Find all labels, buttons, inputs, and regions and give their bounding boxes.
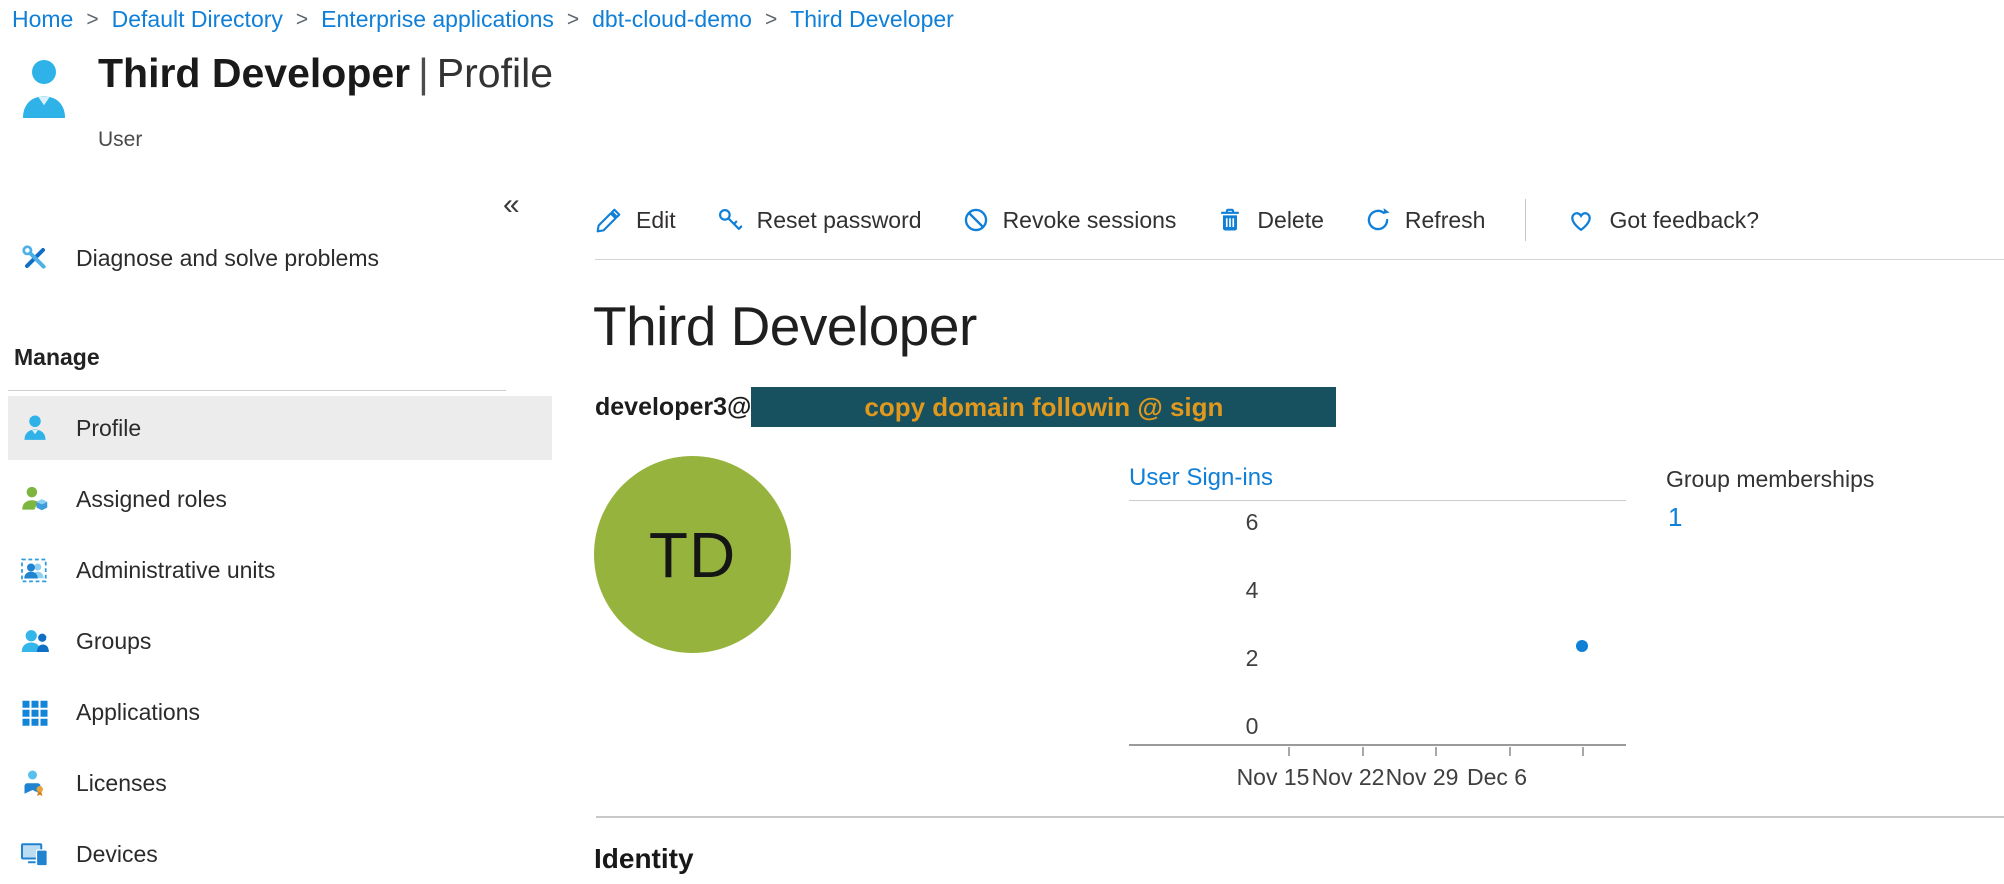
avatar-initials: TD bbox=[649, 518, 736, 592]
user-avatar-icon bbox=[20, 58, 68, 120]
page-title-section: Profile bbox=[437, 50, 553, 96]
command-bar: Edit Reset password Revoke sessions bbox=[595, 194, 1759, 246]
sidebar-item-applications[interactable]: Applications bbox=[8, 680, 552, 744]
sidebar-section-manage: Manage bbox=[14, 344, 100, 371]
sidebar-item-profile[interactable]: Profile bbox=[8, 396, 552, 460]
applications-grid-icon bbox=[18, 695, 52, 729]
key-icon bbox=[716, 206, 744, 234]
page-title-divider: | bbox=[418, 50, 429, 96]
azure-user-profile-page: Home > Default Directory > Enterprise ap… bbox=[0, 0, 2004, 884]
reset-password-button[interactable]: Reset password bbox=[716, 206, 922, 234]
email-prefix: developer3@ bbox=[595, 393, 751, 422]
x-axis-tickmark bbox=[1509, 747, 1511, 756]
sidebar-item-devices[interactable]: Devices bbox=[8, 822, 552, 884]
user-display-name: Third Developer bbox=[593, 294, 977, 358]
user-sign-ins-chart: User Sign-ins 6 4 2 0 Nov 15 Nov 22 Nov … bbox=[1129, 464, 1629, 804]
edit-label: Edit bbox=[636, 207, 676, 234]
sidebar-item-label: Groups bbox=[76, 628, 151, 655]
sidebar-item-label: Diagnose and solve problems bbox=[76, 245, 379, 272]
revoke-sessions-button[interactable]: Revoke sessions bbox=[962, 206, 1177, 234]
toolbar-divider bbox=[1525, 199, 1526, 241]
redaction-overlay: copy domain followin @ sign bbox=[751, 387, 1336, 427]
x-axis-label: Nov 15 bbox=[1237, 764, 1310, 791]
y-axis-tick: 4 bbox=[1237, 578, 1267, 602]
x-axis-tickmark bbox=[1435, 747, 1437, 756]
toolbar-bottom-divider bbox=[595, 259, 2004, 260]
heart-icon bbox=[1566, 206, 1596, 234]
profile-person-icon bbox=[18, 411, 52, 445]
sidebar-divider bbox=[8, 390, 506, 391]
refresh-icon bbox=[1364, 206, 1392, 234]
breadcrumb-default-directory[interactable]: Default Directory bbox=[112, 6, 283, 33]
breadcrumb-third-developer[interactable]: Third Developer bbox=[790, 6, 954, 33]
x-axis-label: Nov 22 bbox=[1312, 764, 1385, 791]
page-title: Third Developer|Profile bbox=[98, 50, 553, 97]
sidebar: « Diagnose and solve problems Manage bbox=[0, 150, 552, 884]
reset-password-label: Reset password bbox=[757, 207, 922, 234]
breadcrumb-separator: > bbox=[86, 8, 98, 32]
got-feedback-label: Got feedback? bbox=[1609, 207, 1759, 234]
sidebar-item-label: Licenses bbox=[76, 770, 167, 797]
diagnose-tools-icon bbox=[18, 241, 52, 275]
group-memberships-value-link[interactable]: 1 bbox=[1668, 502, 1682, 533]
sidebar-item-label: Administrative units bbox=[76, 557, 275, 584]
breadcrumb-dbt-cloud-demo[interactable]: dbt-cloud-demo bbox=[592, 6, 752, 33]
refresh-label: Refresh bbox=[1405, 207, 1486, 234]
breadcrumb-enterprise-applications[interactable]: Enterprise applications bbox=[321, 6, 554, 33]
delete-button[interactable]: Delete bbox=[1216, 206, 1323, 234]
user-principal-name: developer3@ copy domain followin @ sign bbox=[595, 386, 1336, 428]
chart-divider bbox=[1129, 500, 1626, 501]
sidebar-item-label: Assigned roles bbox=[76, 486, 227, 513]
trash-icon bbox=[1216, 206, 1244, 234]
breadcrumb-home[interactable]: Home bbox=[12, 6, 73, 33]
revoke-sessions-label: Revoke sessions bbox=[1003, 207, 1177, 234]
breadcrumb-separator: > bbox=[567, 8, 579, 32]
collapse-sidebar-icon[interactable]: « bbox=[503, 190, 520, 220]
assigned-roles-icon bbox=[18, 482, 52, 516]
sidebar-item-diagnose[interactable]: Diagnose and solve problems bbox=[8, 236, 552, 280]
devices-icon bbox=[18, 837, 52, 871]
got-feedback-button[interactable]: Got feedback? bbox=[1566, 206, 1759, 234]
breadcrumb-separator: > bbox=[296, 8, 308, 32]
y-axis-tick: 0 bbox=[1237, 714, 1267, 738]
user-sign-ins-title[interactable]: User Sign-ins bbox=[1129, 464, 1273, 492]
sign-in-data-point bbox=[1576, 640, 1588, 652]
group-memberships-label: Group memberships bbox=[1666, 466, 1874, 493]
x-axis-tickmark bbox=[1288, 747, 1290, 756]
y-axis-tick: 2 bbox=[1237, 646, 1267, 670]
x-axis-line bbox=[1129, 744, 1626, 746]
identity-section-divider bbox=[596, 816, 2004, 818]
edit-button[interactable]: Edit bbox=[595, 206, 676, 234]
refresh-button[interactable]: Refresh bbox=[1364, 206, 1486, 234]
sidebar-item-label: Applications bbox=[76, 699, 200, 726]
avatar: TD bbox=[594, 456, 791, 653]
x-axis-tickmark bbox=[1582, 747, 1584, 756]
administrative-units-icon bbox=[18, 553, 52, 587]
delete-label: Delete bbox=[1257, 207, 1323, 234]
page-title-name: Third Developer bbox=[98, 50, 410, 96]
sidebar-item-licenses[interactable]: Licenses bbox=[8, 751, 552, 815]
pencil-icon bbox=[595, 206, 623, 234]
block-icon bbox=[962, 206, 990, 234]
sidebar-item-label: Profile bbox=[76, 415, 141, 442]
sidebar-item-assigned-roles[interactable]: Assigned roles bbox=[8, 467, 552, 531]
sidebar-item-administrative-units[interactable]: Administrative units bbox=[8, 538, 552, 602]
breadcrumb: Home > Default Directory > Enterprise ap… bbox=[12, 6, 954, 33]
sidebar-item-groups[interactable]: Groups bbox=[8, 609, 552, 673]
breadcrumb-separator: > bbox=[765, 8, 777, 32]
x-axis-label: Dec 6 bbox=[1467, 764, 1527, 791]
x-axis-tickmark bbox=[1362, 747, 1364, 756]
y-axis-tick: 6 bbox=[1237, 510, 1267, 534]
licenses-icon bbox=[18, 766, 52, 800]
identity-section-title: Identity bbox=[594, 843, 694, 875]
x-axis-label: Nov 29 bbox=[1386, 764, 1459, 791]
object-type-label: User bbox=[98, 128, 142, 152]
groups-icon bbox=[18, 624, 52, 658]
sidebar-item-label: Devices bbox=[76, 841, 158, 868]
